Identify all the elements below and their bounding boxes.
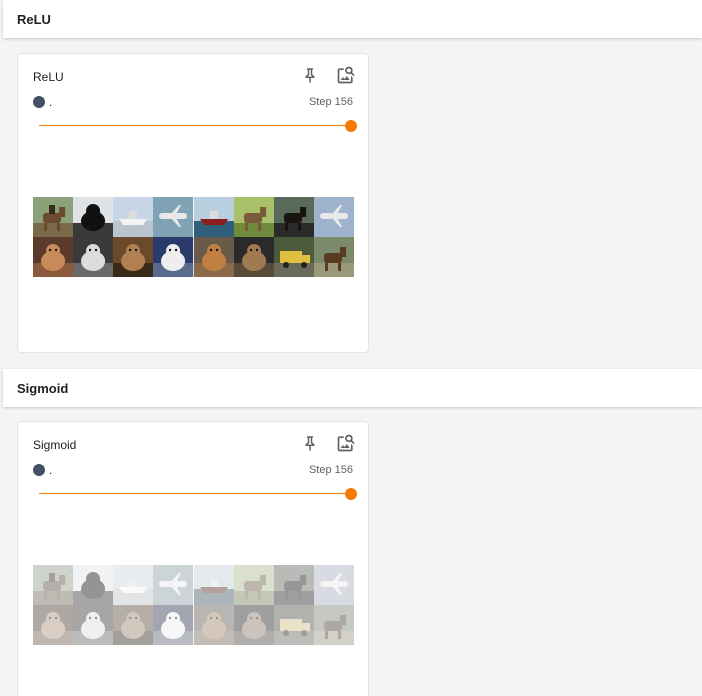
step-slider[interactable] (39, 487, 357, 501)
thumbnail-cat (113, 605, 154, 645)
thumbnail-truck (273, 237, 314, 277)
page: ReLU ReLU . Step 156 Sigmoid Sigmoid . S… (0, 0, 702, 696)
thumbnail-ship (193, 565, 234, 605)
thumbnail-dog (153, 237, 194, 277)
thumbnail-horse (313, 605, 354, 645)
thumbnail-deer (233, 197, 274, 237)
slider-track (39, 125, 351, 126)
pin-icon (301, 66, 319, 89)
thumbnail-horse (273, 565, 314, 605)
section-header-sigmoid[interactable]: Sigmoid (3, 369, 702, 407)
thumbnail-truck (273, 605, 314, 645)
thumbnail-ship (113, 197, 154, 237)
image-search-icon (336, 433, 356, 458)
pin-icon (301, 434, 319, 457)
slider-track (39, 493, 351, 494)
thumbnail-cat (33, 605, 74, 645)
thumbnail-deer (233, 565, 274, 605)
thumbnail-horse-rider (33, 565, 74, 605)
pin-button[interactable] (299, 66, 321, 88)
image-search-button[interactable] (335, 434, 357, 456)
section-header-relu[interactable]: ReLU (3, 0, 702, 38)
run-color-dot (33, 464, 45, 476)
thumbnail-dog (193, 605, 234, 645)
section-title: ReLU (17, 11, 51, 27)
run-label: . (49, 95, 53, 109)
image-card-sigmoid: Sigmoid . Step 156 (17, 421, 369, 696)
image-grid[interactable] (33, 565, 354, 645)
run-color-dot (33, 96, 45, 108)
image-grid[interactable] (33, 197, 354, 277)
card-title: ReLU (33, 70, 64, 84)
thumbnail-horse-rider (33, 197, 74, 237)
thumbnail-dog (233, 237, 274, 277)
thumbnail-cat (113, 237, 154, 277)
thumbnail-airplane (153, 565, 194, 605)
thumbnail-ship (113, 565, 154, 605)
thumbnail-cat (73, 237, 114, 277)
card-title: Sigmoid (33, 438, 77, 452)
run-label: . (49, 463, 53, 477)
thumbnail-cat (73, 605, 114, 645)
slider-thumb[interactable] (345, 120, 357, 132)
image-search-icon (336, 65, 356, 90)
thumbnail-dog (193, 237, 234, 277)
thumbnail-horse (313, 237, 354, 277)
pin-button[interactable] (299, 434, 321, 456)
thumbnail-horse (273, 197, 314, 237)
thumbnail-dog (233, 605, 274, 645)
step-label: Step 156 (308, 96, 353, 108)
thumbnail-dog (73, 197, 114, 237)
step-slider[interactable] (39, 119, 357, 133)
step-label: Step 156 (308, 464, 353, 476)
image-card-relu: ReLU . Step 156 (17, 53, 369, 353)
thumbnail-airplane (313, 197, 354, 237)
thumbnail-airplane (153, 197, 194, 237)
section-title: Sigmoid (17, 380, 69, 396)
thumbnail-cat (33, 237, 74, 277)
image-search-button[interactable] (335, 66, 357, 88)
thumbnail-airplane (313, 565, 354, 605)
thumbnail-dog (153, 605, 194, 645)
slider-thumb[interactable] (345, 488, 357, 500)
thumbnail-ship (193, 197, 234, 237)
thumbnail-dog (73, 565, 114, 605)
